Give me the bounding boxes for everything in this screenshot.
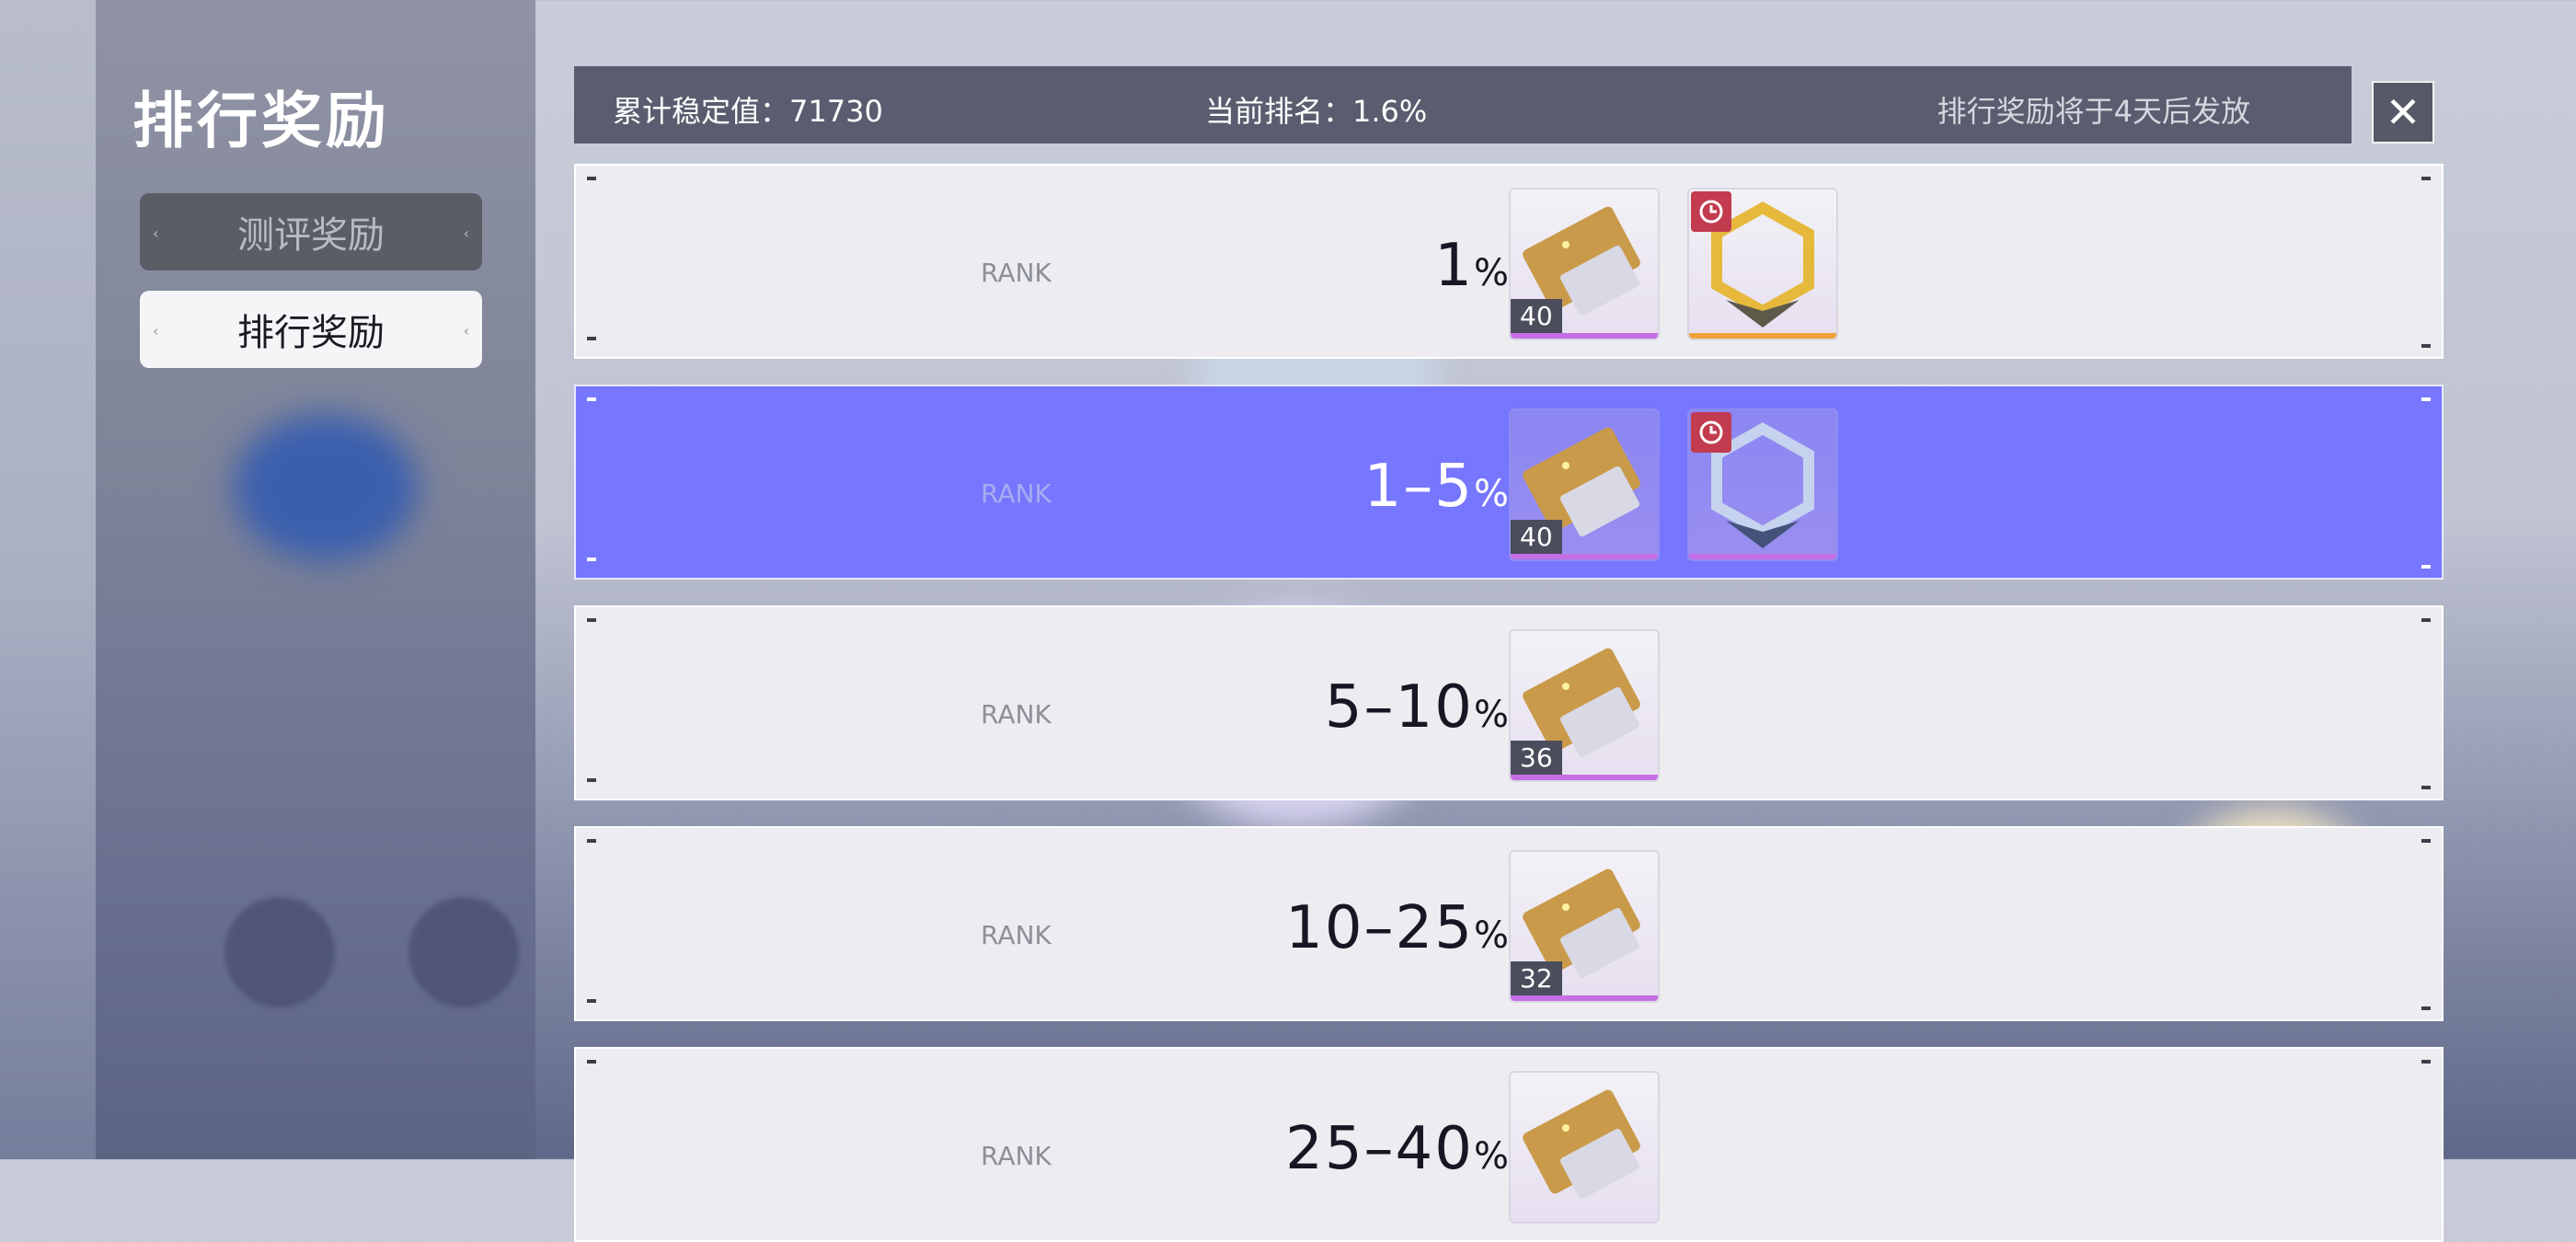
corner-mark [587,839,596,843]
rank-label: RANK [981,478,1052,509]
item-count: 40 [1511,299,1562,333]
rank-label: RANK [981,699,1052,730]
page-title: 排行奖励 [132,86,390,156]
corner-mark [587,778,596,782]
corner-mark [2421,839,2431,843]
timer-clock-icon [1691,191,1731,232]
cumulative-stability-value: 累计稳定值：71730 [613,94,883,129]
corner-mark [587,618,596,622]
reward-notice: 排行奖励将于4天后发放 [1937,94,2250,129]
background-blur [234,414,418,561]
rank-range: 10–25% [1285,894,1511,962]
rank-range: 1–5% [1363,453,1511,521]
rank-label: RANK [981,258,1052,288]
reward-row[interactable]: 1% RANK 40 [574,164,2444,359]
tab-label: 测评奖励 [237,214,385,257]
reward-item-badge[interactable] [1687,408,1838,561]
item-count: 32 [1511,961,1562,995]
tab-label: 排行奖励 [237,312,385,354]
corner-mark [2421,177,2431,180]
reward-item-badge[interactable] [1687,188,1838,340]
blurred-circle-icon [224,897,335,1007]
rank-range: 25–40% [1285,1115,1511,1183]
close-button[interactable]: ✕ [2372,81,2434,144]
rarity-bar [1689,333,1836,339]
reward-row[interactable]: 5–10% RANK 36 [574,605,2444,800]
corner-mark [587,558,596,561]
tab-corner-mark: ‹ [153,322,159,339]
background-left-panel [0,0,96,1159]
blurred-circle-icon [408,897,519,1007]
rarity-bar [1689,554,1836,559]
reward-row[interactable]: 10–25% RANK 32 [574,826,2444,1021]
tab-corner-mark: ‹ [463,322,469,339]
sidebar: 排行奖励 ‹ 测评奖励 ‹ ‹ 排行奖励 ‹ [96,0,535,1159]
rarity-bar [1511,333,1658,339]
tab-corner-mark: ‹ [153,224,159,242]
reward-item-ticket[interactable]: 36 [1509,629,1660,782]
rank-label: RANK [981,1141,1052,1171]
corner-mark [2421,786,2431,789]
reward-item-ticket[interactable]: 40 [1509,408,1660,561]
rarity-bar [1511,995,1658,1001]
reward-row-current[interactable]: 1–5% RANK 40 [574,385,2444,580]
corner-mark [2421,565,2431,569]
corner-mark [587,337,596,340]
rank-range: 5–10% [1324,673,1511,742]
reward-row[interactable]: 25–40% RANK [574,1047,2444,1242]
close-icon: ✕ [2385,87,2421,137]
rarity-bar [1511,775,1658,780]
tab-corner-mark: ‹ [463,224,469,242]
item-count: 36 [1511,741,1562,775]
rank-range: 1% [1434,232,1511,300]
rarity-bar [1511,554,1658,559]
ticket-icon [1523,1089,1640,1200]
timer-clock-icon [1691,412,1731,453]
reward-item-ticket[interactable]: 32 [1509,850,1660,1003]
tab-ranking-reward[interactable]: ‹ 排行奖励 ‹ [140,291,482,368]
corner-mark [2421,618,2431,622]
current-rank-value: 当前排名：1.6% [1205,94,1428,129]
rank-label: RANK [981,920,1052,950]
reward-item-ticket[interactable]: 40 [1509,188,1660,340]
corner-mark [2421,344,2431,348]
corner-mark [2421,1060,2431,1064]
reward-item-ticket[interactable] [1509,1071,1660,1224]
corner-mark [2421,397,2431,401]
corner-mark [587,1060,596,1064]
corner-mark [587,397,596,401]
tab-evaluation-reward[interactable]: ‹ 测评奖励 ‹ [140,193,482,270]
item-count: 40 [1511,520,1562,554]
corner-mark [2421,1006,2431,1010]
header-bar: 累计稳定值：71730 当前排名：1.6% 排行奖励将于4天后发放 [574,66,2352,144]
corner-mark [587,177,596,180]
corner-mark [587,999,596,1003]
